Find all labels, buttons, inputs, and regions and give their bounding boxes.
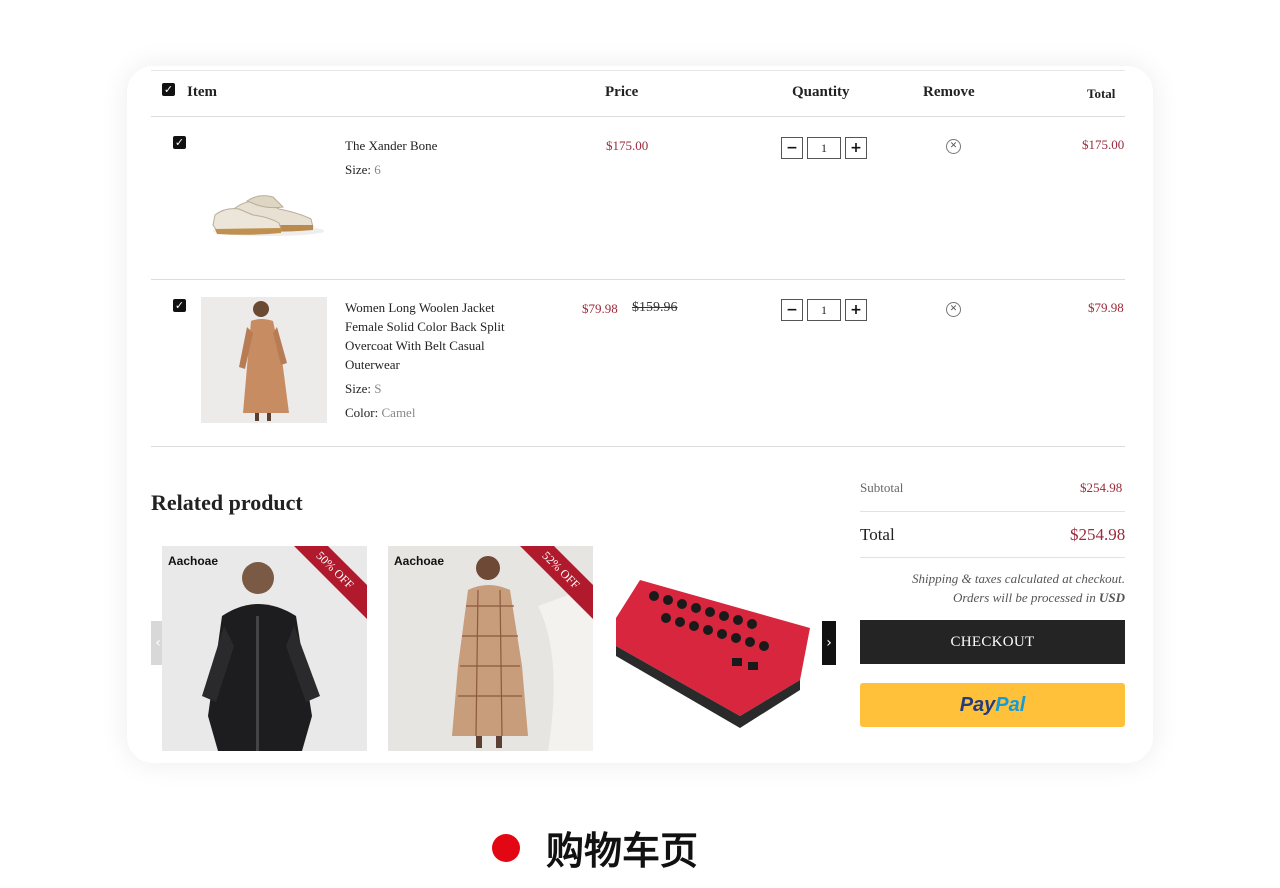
color-label: Color — [345, 405, 375, 420]
item-price: $175.00 — [606, 138, 649, 153]
cart-row: ✓ The Xander Bone Size: 6 $175.00 − 1 + … — [151, 117, 1125, 280]
brand-logo: Aachoae — [168, 554, 219, 568]
header-remove: Remove — [923, 84, 975, 100]
brand-logo: Aachoae — [394, 554, 445, 568]
currency-code: USD — [1098, 590, 1125, 605]
decrease-button[interactable]: − — [781, 299, 803, 321]
quantity-stepper: − 1 + — [781, 299, 867, 321]
paypal-logo-pal: Pal — [995, 694, 1026, 716]
quantity-input[interactable]: 1 — [807, 299, 841, 321]
page-caption: 购物车页 — [492, 820, 698, 875]
increase-button[interactable]: + — [845, 299, 867, 321]
item-color: Color: Camel — [345, 405, 416, 420]
checkout-button[interactable]: CHECKOUT — [860, 620, 1125, 664]
size-label: Size — [345, 381, 368, 396]
quantity-input[interactable]: 1 — [807, 137, 841, 159]
item-size: Size: S — [345, 381, 382, 396]
size-value: S — [374, 381, 382, 396]
related-product-card[interactable]: Aachoae 50% OFF — [162, 546, 367, 751]
item-checkbox[interactable]: ✓ — [173, 299, 186, 312]
item-price: $79.98 — [582, 301, 618, 316]
cart-row: ✓ Women Long Woolen Jacket Female Solid … — [151, 280, 1125, 446]
decrease-button[interactable]: − — [781, 137, 803, 159]
summary-divider — [860, 557, 1125, 558]
checkout-note: Shipping & taxes calculated at checkout.… — [860, 569, 1125, 607]
item-checkbox[interactable]: ✓ — [173, 136, 186, 149]
related-product-card[interactable]: Aachoae 52% OFF — [388, 546, 593, 751]
select-all-checkbox[interactable]: ✓ — [162, 83, 175, 96]
item-compare-price: $159.96 — [632, 300, 678, 315]
chevron-right-icon: › — [826, 635, 832, 651]
item-size: Size: 6 — [345, 162, 381, 177]
row-divider — [151, 446, 1125, 447]
total-value: $254.98 — [1070, 525, 1126, 544]
total-label: Total — [860, 525, 895, 544]
currency-note-text: Orders will be processed in — [952, 590, 1096, 605]
subtotal-value: $254.98 — [1080, 480, 1123, 495]
related-product-card[interactable] — [614, 546, 819, 751]
remove-icon[interactable]: ✕ — [946, 302, 961, 317]
paypal-logo-pay: Pay — [959, 694, 996, 716]
coat-image[interactable] — [201, 297, 327, 423]
remove-icon[interactable]: ✕ — [946, 139, 961, 154]
item-name[interactable]: Women Long Woolen Jacket Female Solid Co… — [345, 298, 505, 374]
increase-button[interactable]: + — [845, 137, 867, 159]
size-value: 6 — [374, 162, 381, 177]
cart-card: ✓ Item Price Quantity Remove Total ✓ The… — [127, 66, 1153, 763]
caption-dot — [492, 833, 520, 862]
header-price: Price — [605, 84, 639, 100]
summary-divider — [860, 511, 1125, 512]
carousel-next-button[interactable]: › — [822, 621, 836, 665]
related-title: Related product — [151, 490, 303, 515]
subtotal-label: Subtotal — [860, 480, 904, 495]
header-item: Item — [187, 84, 217, 100]
quantity-stepper: − 1 + — [781, 137, 867, 159]
paypal-button[interactable]: PayPal — [860, 683, 1125, 727]
item-total: $79.98 — [1088, 300, 1124, 315]
size-label: Size — [345, 162, 368, 177]
top-divider — [151, 70, 1125, 71]
color-value: Camel — [381, 405, 416, 420]
header-total: Total — [1087, 86, 1116, 101]
caption-text: 购物车页 — [546, 829, 699, 873]
item-name[interactable]: The Xander Bone — [345, 136, 505, 155]
shipping-note: Shipping & taxes calculated at checkout. — [912, 571, 1125, 586]
header-quantity: Quantity — [792, 84, 850, 100]
sneaker-image[interactable] — [199, 153, 325, 263]
currency-note: Orders will be processed in USD — [860, 588, 1125, 607]
item-total: $175.00 — [1082, 137, 1125, 152]
